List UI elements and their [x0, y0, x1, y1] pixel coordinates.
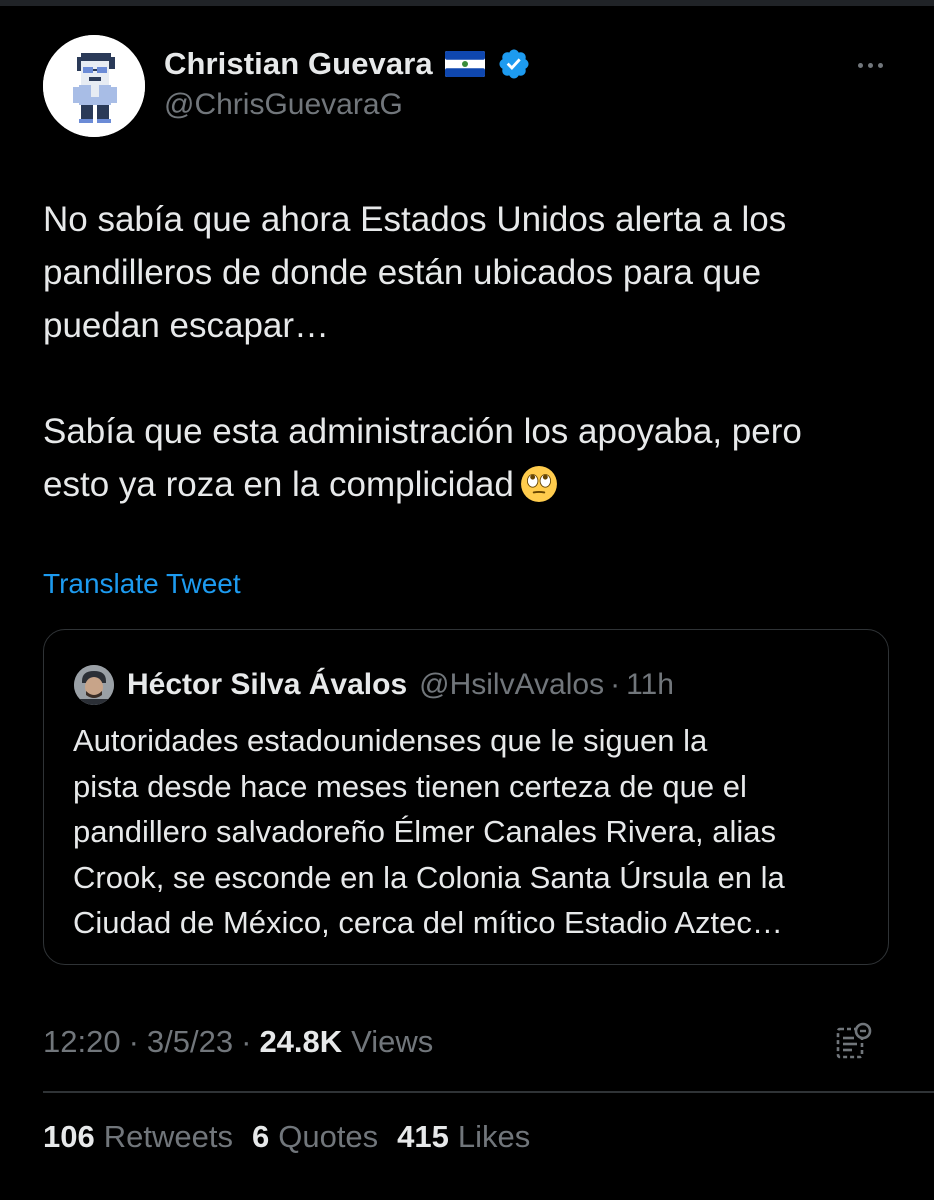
tweet-date[interactable]: 3/5/23 [147, 1024, 233, 1060]
tweet-line: puedan escapar… [43, 306, 330, 345]
quote-line: Crook, se esconde en la Colonia Santa Úr… [73, 859, 785, 895]
author-avatar[interactable] [43, 35, 145, 137]
tweet-line-with-emoji: esto ya roza en la complicidad [43, 458, 903, 511]
likes-label: Likes [457, 1119, 531, 1154]
tweet-line: esto ya roza en la complicidad [43, 465, 514, 504]
quote-author-handle[interactable]: @HsilvAvalos [419, 668, 604, 702]
quote-text: Autoridades estadounidenses que le sigue… [73, 718, 873, 946]
quotes-stat[interactable]: 6 Quotes [252, 1119, 378, 1155]
quote-avatar-photo-icon [74, 665, 114, 705]
author-handle[interactable]: @ChrisGuevaraG [164, 88, 403, 122]
likes-count: 415 [397, 1119, 449, 1154]
verified-badge-icon[interactable] [497, 47, 531, 81]
more-dot-icon [877, 62, 883, 68]
quote-line: pandillero salvadoreño Élmer Canales Riv… [73, 814, 777, 849]
retweets-label: Retweets [103, 1119, 233, 1154]
meta-separator: · [241, 1024, 252, 1059]
author-name-row: Christian Guevara [164, 44, 531, 84]
likes-stat[interactable]: 415 Likes [397, 1119, 530, 1155]
translate-tweet-link[interactable]: Translate Tweet [43, 568, 241, 600]
stats-divider [43, 1091, 934, 1093]
quote-header: Héctor Silva Ávalos @HsilvAvalos · 11h [127, 665, 674, 705]
tweet-meta: 12:20 · 3/5/23 · 24.8K Views [43, 1021, 433, 1063]
quote-line: Ciudad de México, cerca del mítico Estad… [73, 905, 783, 940]
tweet-text: No sabía que ahora Estados Unidos alerta… [43, 193, 903, 511]
more-options-button[interactable] [850, 50, 890, 80]
retweets-count: 106 [43, 1119, 95, 1154]
quotes-label: Quotes [278, 1119, 379, 1154]
quote-line: pista desde hace meses tienen certeza de… [73, 768, 747, 804]
quote-timestamp[interactable]: 11h [626, 668, 674, 702]
tweet-line: Sabía que esta administración los apoyab… [43, 412, 802, 451]
author-display-name[interactable]: Christian Guevara [164, 46, 433, 82]
pixel-art-avatar-icon [43, 35, 145, 137]
analytics-icon[interactable] [834, 1020, 874, 1062]
views-count: 24.8K [259, 1024, 343, 1059]
more-dot-icon [867, 62, 873, 68]
quotes-count: 6 [251, 1119, 270, 1154]
quote-author-name[interactable]: Héctor Silva Ávalos [127, 668, 407, 702]
tweet-line: No sabía que ahora Estados Unidos alerta… [43, 200, 787, 239]
quote-author-avatar[interactable] [74, 665, 114, 705]
tweet-line: pandilleros de donde están ubicados para… [43, 253, 762, 292]
quote-line: Autoridades estadounidenses que le sigue… [73, 723, 708, 758]
quote-tweet-card[interactable]: Héctor Silva Ávalos @HsilvAvalos · 11h A… [43, 629, 889, 965]
top-edge-divider [0, 0, 934, 6]
meta-separator: · [128, 1024, 139, 1059]
face-with-rolling-eyes-emoji-icon [520, 466, 557, 502]
tweet-time[interactable]: 12:20 [43, 1024, 121, 1060]
views-label: Views [351, 1024, 434, 1059]
el-salvador-flag-icon [444, 51, 485, 77]
engagement-stats: 106 Retweets 6 Quotes 415 Likes [43, 1116, 549, 1158]
quote-separator: · [610, 668, 621, 701]
retweets-stat[interactable]: 106 Retweets [43, 1119, 233, 1155]
more-dot-icon [857, 62, 863, 68]
